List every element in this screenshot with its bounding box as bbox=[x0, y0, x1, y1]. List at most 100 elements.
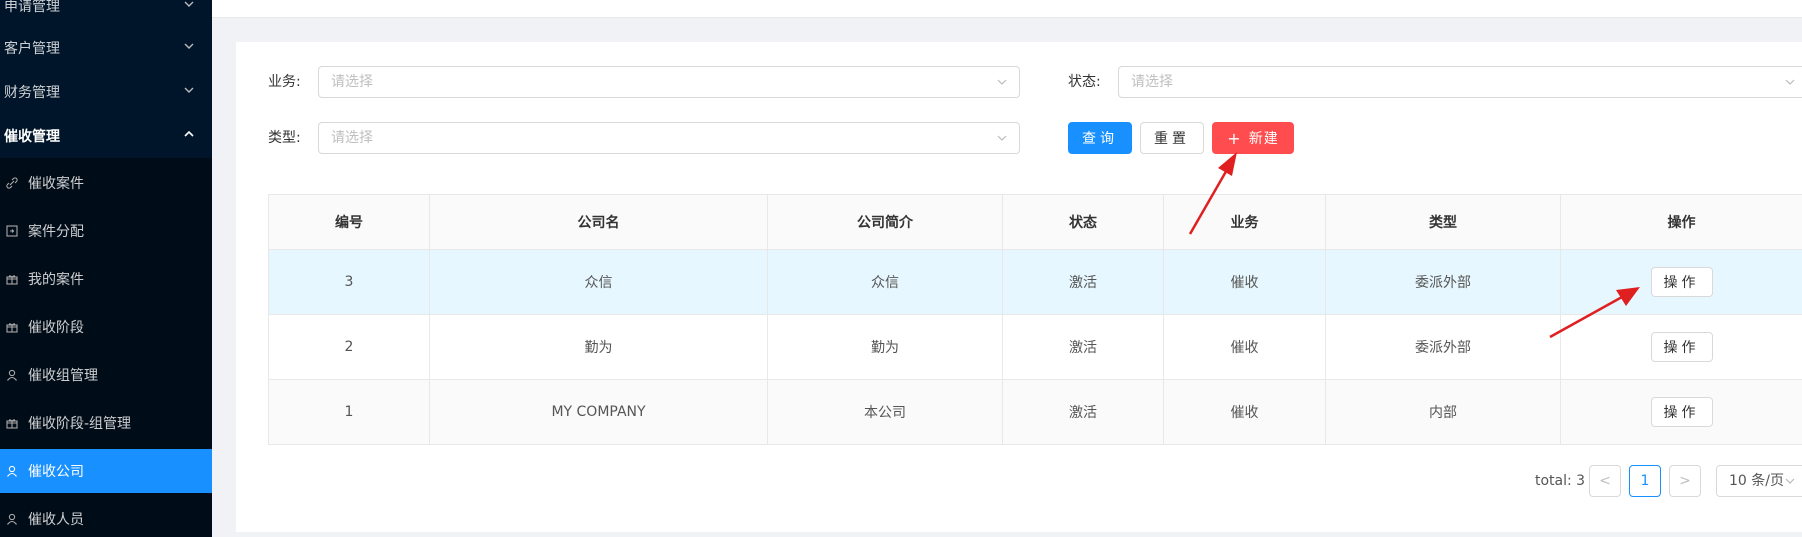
cell-type: 委派外部 bbox=[1326, 250, 1561, 315]
cell-type: 委派外部 bbox=[1326, 315, 1561, 380]
type-select[interactable]: 请选择 bbox=[318, 122, 1020, 154]
gift-icon bbox=[6, 321, 18, 333]
cell-company-name: 众信 bbox=[430, 250, 768, 315]
sidebar-item-label: 催收阶段 bbox=[28, 320, 84, 336]
operate-button[interactable]: 操作 bbox=[1650, 332, 1713, 362]
cell-id: 1 bbox=[269, 380, 430, 445]
table-header-row: 编号 公司名 公司简介 状态 业务 类型 操作 bbox=[269, 195, 1802, 250]
business-select[interactable]: 请选择 bbox=[318, 66, 1020, 98]
user-icon bbox=[6, 369, 18, 381]
chevron-left-icon: < bbox=[1599, 473, 1611, 489]
sidebar-item-stage-group-management[interactable]: 催收阶段-组管理 bbox=[0, 401, 212, 445]
sidebar-item-label: 我的案件 bbox=[28, 272, 84, 288]
new-button[interactable]: + 新建 bbox=[1212, 122, 1294, 154]
new-button-label: 新建 bbox=[1248, 131, 1279, 147]
column-header: 状态 bbox=[1003, 195, 1164, 250]
cell-actions: 操作 bbox=[1561, 315, 1802, 380]
table-row[interactable]: 3 众信 众信 激活 催收 委派外部 操作 bbox=[269, 250, 1802, 315]
status-select[interactable]: 请选择 bbox=[1118, 66, 1802, 98]
top-header bbox=[212, 0, 1802, 18]
sidebar-item-my-cases[interactable]: 我的案件 bbox=[0, 257, 212, 301]
sidebar-item-label: 催收组管理 bbox=[28, 368, 98, 384]
menu-label: 客户管理 bbox=[4, 41, 60, 57]
column-header: 业务 bbox=[1164, 195, 1326, 250]
query-button[interactable]: 查询 bbox=[1068, 122, 1132, 154]
query-button-label: 查询 bbox=[1082, 131, 1118, 147]
business-filter-label: 业务: bbox=[268, 74, 301, 90]
sidebar-item-label: 催收案件 bbox=[28, 176, 84, 192]
cell-company-name: MY COMPANY bbox=[430, 380, 768, 445]
sidebar-item-label: 案件分配 bbox=[28, 224, 84, 240]
cell-actions: 操作 bbox=[1561, 380, 1802, 445]
cell-company-name: 勤为 bbox=[430, 315, 768, 380]
sidebar-item-collection-cases[interactable]: 催收案件 bbox=[0, 161, 212, 205]
table-row[interactable]: 2 勤为 勤为 激活 催收 委派外部 操作 bbox=[269, 315, 1802, 380]
gift-icon bbox=[6, 417, 18, 429]
chevron-down-icon bbox=[997, 135, 1007, 141]
chevron-down-icon bbox=[184, 87, 194, 93]
plus-icon: + bbox=[1227, 128, 1241, 148]
pagination-total: total: 3 bbox=[1535, 473, 1586, 489]
column-header: 类型 bbox=[1326, 195, 1561, 250]
type-filter-label: 类型: bbox=[268, 130, 301, 146]
cell-business: 催收 bbox=[1164, 380, 1326, 445]
next-page-button[interactable]: > bbox=[1669, 465, 1701, 497]
cell-type: 内部 bbox=[1326, 380, 1561, 445]
company-table: 编号 公司名 公司简介 状态 业务 类型 操作 3 众信 众信 激活 催收 委派… bbox=[268, 194, 1802, 445]
page-size-label: 10 条/页 bbox=[1729, 473, 1784, 489]
sidebar-item-case-assignment[interactable]: 案件分配 bbox=[0, 209, 212, 253]
sidebar-item-group-management[interactable]: 催收组管理 bbox=[0, 353, 212, 397]
sidebar-item-collection-company[interactable]: 催收公司 bbox=[0, 449, 212, 493]
reset-button[interactable]: 重置 bbox=[1140, 122, 1204, 154]
column-header: 公司名 bbox=[430, 195, 768, 250]
column-header: 操作 bbox=[1561, 195, 1802, 250]
cell-status: 激活 bbox=[1003, 250, 1164, 315]
menu-label: 催收管理 bbox=[4, 129, 60, 145]
link-icon bbox=[6, 177, 18, 189]
page-number-button[interactable]: 1 bbox=[1629, 465, 1661, 497]
menu-customer-management[interactable]: 客户管理 bbox=[0, 26, 212, 70]
user-icon bbox=[6, 465, 18, 477]
assign-icon bbox=[6, 225, 18, 237]
cell-id: 2 bbox=[269, 315, 430, 380]
cell-business: 催收 bbox=[1164, 315, 1326, 380]
menu-finance-management[interactable]: 财务管理 bbox=[0, 70, 212, 114]
user-icon bbox=[6, 513, 18, 525]
chevron-down-icon bbox=[1785, 478, 1795, 484]
content-card: 业务: 请选择 状态: 请选择 类型: 请选择 查询 重置 + 新建 编号 公司… bbox=[236, 42, 1802, 532]
table-row[interactable]: 1 MY COMPANY 本公司 激活 催收 内部 操作 bbox=[269, 380, 1802, 445]
status-filter-label: 状态: bbox=[1068, 74, 1101, 90]
prev-page-button[interactable]: < bbox=[1589, 465, 1621, 497]
chevron-right-icon: > bbox=[1679, 473, 1691, 489]
cell-company-intro: 勤为 bbox=[768, 315, 1003, 380]
status-select-placeholder: 请选择 bbox=[1131, 74, 1173, 90]
chevron-up-icon bbox=[184, 130, 194, 137]
sidebar-item-collection-stages[interactable]: 催收阶段 bbox=[0, 305, 212, 349]
chevron-down-icon bbox=[184, 1, 194, 7]
page-number-label: 1 bbox=[1640, 473, 1650, 489]
reset-button-label: 重置 bbox=[1154, 131, 1190, 147]
menu-label: 申请管理 bbox=[4, 0, 60, 15]
cell-actions: 操作 bbox=[1561, 250, 1802, 315]
business-select-placeholder: 请选择 bbox=[331, 74, 373, 90]
menu-collection-management[interactable]: 催收管理 bbox=[0, 114, 212, 158]
operate-button[interactable]: 操作 bbox=[1650, 267, 1713, 297]
sidebar-item-collection-staff[interactable]: 催收人员 bbox=[0, 497, 212, 537]
cell-status: 激活 bbox=[1003, 380, 1164, 445]
cell-company-intro: 众信 bbox=[768, 250, 1003, 315]
page-size-select[interactable]: 10 条/页 bbox=[1716, 465, 1802, 497]
operate-button[interactable]: 操作 bbox=[1650, 397, 1713, 427]
cell-company-intro: 本公司 bbox=[768, 380, 1003, 445]
menu-application-management[interactable]: 申请管理 bbox=[0, 0, 212, 28]
gift-icon bbox=[6, 273, 18, 285]
cell-id: 3 bbox=[269, 250, 430, 315]
chevron-down-icon bbox=[1785, 79, 1795, 85]
sidebar-item-label: 催收阶段-组管理 bbox=[28, 416, 132, 432]
column-header: 编号 bbox=[269, 195, 430, 250]
sidebar-item-label: 催收人员 bbox=[28, 512, 84, 528]
chevron-down-icon bbox=[997, 79, 1007, 85]
chevron-down-icon bbox=[184, 43, 194, 49]
cell-business: 催收 bbox=[1164, 250, 1326, 315]
sidebar: 申请管理 客户管理 财务管理 催收管理 催收案件 案件分配 我的案件 催收阶段 … bbox=[0, 0, 212, 537]
cell-status: 激活 bbox=[1003, 315, 1164, 380]
